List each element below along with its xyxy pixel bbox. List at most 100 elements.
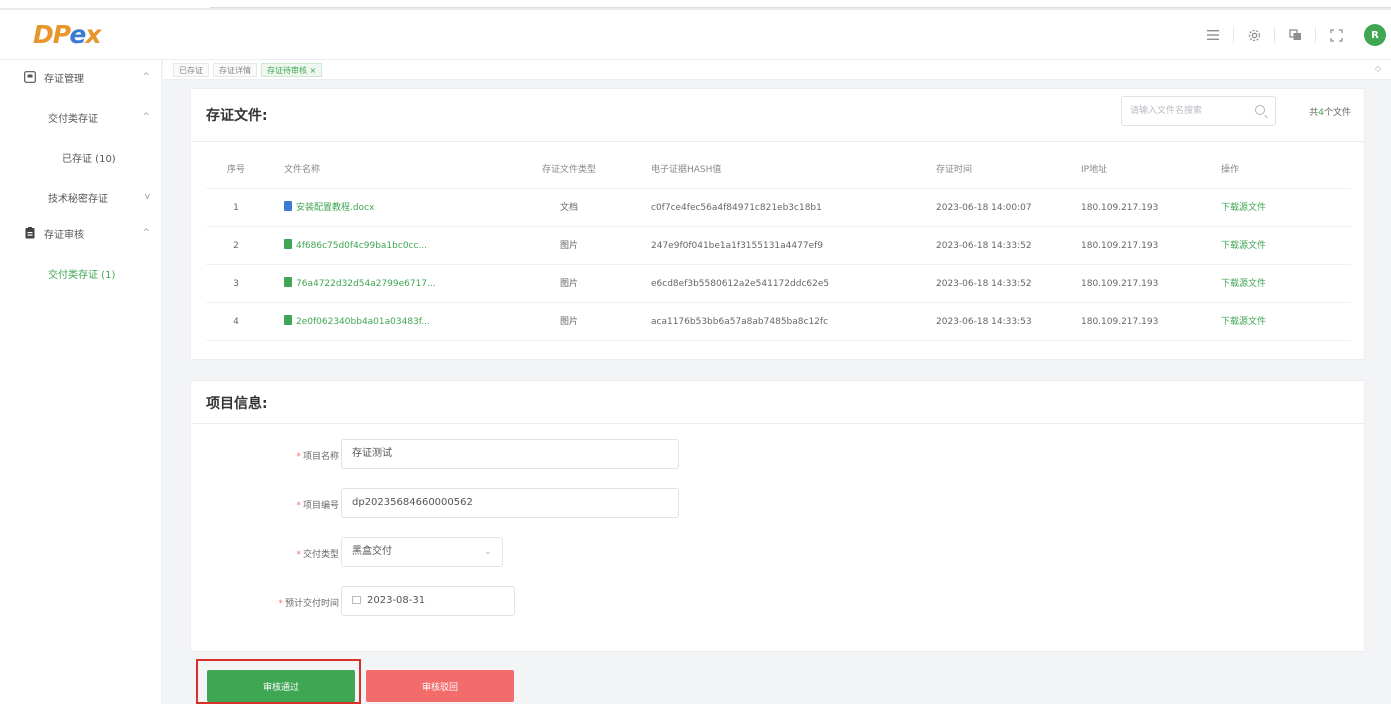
col-hash: 电子证据HASH值 xyxy=(651,165,722,175)
file-hash: aca1176b53bb6a57a8ab7485ba8c12fc xyxy=(651,317,829,327)
download-source-link[interactable]: 下载源文件 xyxy=(1221,227,1321,265)
sidebar-item-label: 交付类存证 (1) xyxy=(48,269,116,281)
file-icon xyxy=(284,239,292,249)
file-icon xyxy=(284,201,292,211)
col-index: 序号 xyxy=(226,165,245,175)
sidebar-item-certificate-management[interactable]: 存证管理 ^ xyxy=(0,64,162,90)
browser-top-strip xyxy=(0,0,1391,10)
delivery-type-label: * 交付类型 xyxy=(296,550,339,560)
fullscreen-icon[interactable] xyxy=(1316,10,1356,60)
file-ip: 180.109.217.193 xyxy=(1081,241,1159,251)
audit-clipboard-icon xyxy=(24,227,36,239)
file-ip: 180.109.217.193 xyxy=(1081,203,1159,213)
row-index: 4 xyxy=(233,317,239,327)
top-strip-line-2 xyxy=(210,7,1391,8)
tag-pending-audit[interactable]: 存证待审核 × xyxy=(261,62,323,77)
user-avatar[interactable]: R xyxy=(1364,24,1386,46)
file-type: 图片 xyxy=(559,317,578,327)
file-ip: 180.109.217.193 xyxy=(1081,317,1159,327)
download-source-link[interactable]: 下载源文件 xyxy=(1221,265,1321,303)
tag-certificate-detail[interactable]: 存证详情 xyxy=(213,62,257,77)
sidebar-item-label: 交付类存证 xyxy=(48,113,98,125)
file-name-link[interactable]: 4f686c75d0f4c99ba1bc0cc... xyxy=(284,227,504,265)
settings-gear-icon[interactable] xyxy=(1234,10,1274,60)
file-search-box[interactable] xyxy=(1121,96,1276,126)
table-row: 1 安装配置教程.docx 文档 c0f7ce4fec56a4f84971c821eb… xyxy=(206,189,1351,227)
file-icon xyxy=(284,277,292,287)
row-index: 2 xyxy=(233,241,239,251)
table-row: 2 4f686c75d0f4c99ba1bc0cc... 图片 247e9f0f041… xyxy=(206,227,1351,265)
reject-button[interactable]: 审核驳回 xyxy=(366,670,514,702)
certificate-files-card: 存证文件: 共4个文件 序号 文件名称 存证文件类型 电子证据HASH值 存证时… xyxy=(190,88,1365,360)
file-type: 图片 xyxy=(559,241,578,251)
menu-list-icon[interactable] xyxy=(1193,10,1233,60)
file-icon xyxy=(284,315,292,325)
delivery-type-value: 黑盒交付 xyxy=(352,546,392,557)
chevron-up-icon: ^ xyxy=(142,72,150,82)
sidebar-item-delivery-certificate[interactable]: 交付类存证 ^ xyxy=(0,104,162,130)
col-time: 存证时间 xyxy=(936,165,973,175)
delivery-date-value: 2023-08-31 xyxy=(367,595,426,606)
project-name-field[interactable]: 存证测试 xyxy=(341,439,679,469)
file-time: 2023-06-18 14:33:53 xyxy=(936,317,1032,327)
file-time: 2023-06-18 14:33:52 xyxy=(936,279,1032,289)
project-code-field[interactable]: dp20235684660000562 xyxy=(341,488,679,518)
delivery-date-label: * 预计交付时间 xyxy=(278,599,339,609)
tags-bar: 已存证 存证详情 存证待审核 × ◇ xyxy=(163,60,1391,80)
download-source-link[interactable]: 下载源文件 xyxy=(1221,303,1321,341)
tags-more-icon[interactable]: ◇ xyxy=(1375,64,1381,73)
file-time: 2023-06-18 14:33:52 xyxy=(936,241,1032,251)
col-ip: IP地址 xyxy=(1081,165,1108,175)
copy-icon[interactable] xyxy=(1275,10,1315,60)
file-count: 共4个文件 xyxy=(1309,108,1351,118)
file-type: 文档 xyxy=(559,203,578,213)
card-divider xyxy=(191,141,1364,142)
sidebar-item-tech-secret-certificate[interactable]: 技术秘密存证 v xyxy=(0,184,162,210)
chevron-up-icon: ^ xyxy=(142,228,150,238)
file-type: 图片 xyxy=(559,279,578,289)
files-table: 序号 文件名称 存证文件类型 电子证据HASH值 存证时间 IP地址 操作 1 安… xyxy=(206,151,1351,341)
chevron-up-icon: ^ xyxy=(142,112,150,122)
table-row: 4 2e0f062340bb4a01a03483f... 图片 aca1176b53b… xyxy=(206,303,1351,341)
header-actions: R xyxy=(1193,10,1391,60)
chevron-down-icon: v xyxy=(144,192,150,202)
tag-certified[interactable]: 已存证 xyxy=(173,62,209,77)
col-action: 操作 xyxy=(1221,165,1240,175)
calendar-icon xyxy=(352,596,361,604)
dpex-logo[interactable]: DPex xyxy=(33,22,102,48)
col-file-type: 存证文件类型 xyxy=(541,165,596,175)
file-hash: 247e9f0f041be1a1f3155131a4477ef9 xyxy=(651,241,824,251)
project-info-card: 项目信息: * 项目名称 存证测试 * 项目编号 dp202356846600005… xyxy=(190,380,1365,652)
col-file-name: 文件名称 xyxy=(284,165,321,175)
delivery-type-select[interactable]: 黑盒交付 ⌄ xyxy=(341,537,503,567)
sidebar-item-certificate-audit[interactable]: 存证审核 ^ xyxy=(0,220,162,246)
search-icon[interactable] xyxy=(1255,105,1265,115)
file-name-link[interactable]: 2e0f062340bb4a01a03483f... xyxy=(284,303,504,341)
top-header: DPex R xyxy=(0,10,1391,60)
file-time: 2023-06-18 14:00:07 xyxy=(936,203,1032,213)
file-name-link[interactable]: 76a4722d32d54a2799e6717... xyxy=(284,265,504,303)
chevron-down-icon: ⌄ xyxy=(483,546,492,557)
project-title: 项目信息: xyxy=(206,396,268,412)
file-hash: e6cd8ef3b5580612a2e541172ddc62e5 xyxy=(651,279,830,289)
certificate-icon xyxy=(24,71,36,83)
files-title: 存证文件: xyxy=(206,108,268,124)
table-row: 3 76a4722d32d54a2799e6717... 图片 e6cd8ef3b55… xyxy=(206,265,1351,303)
sidebar-item-label: 存证审核 xyxy=(44,229,84,241)
table-header: 序号 文件名称 存证文件类型 电子证据HASH值 存证时间 IP地址 操作 xyxy=(206,151,1351,189)
sidebar-item-label: 技术秘密存证 xyxy=(48,193,108,205)
file-hash: c0f7ce4fec56a4f84971c821eb3c18b1 xyxy=(651,203,822,213)
approve-button[interactable]: 审核通过 xyxy=(207,670,355,702)
card-divider xyxy=(191,423,1364,424)
download-source-link[interactable]: 下载源文件 xyxy=(1221,189,1321,227)
sidebar-item-label: 已存证 (10) xyxy=(62,153,116,165)
sidebar-item-certified[interactable]: 已存证 (10) xyxy=(0,144,162,170)
delivery-date-picker[interactable]: 2023-08-31 xyxy=(341,586,515,616)
project-name-label: * 项目名称 xyxy=(296,452,339,462)
row-index: 3 xyxy=(233,279,239,289)
file-name-link[interactable]: 安装配置教程.docx xyxy=(284,189,504,227)
file-search-input[interactable] xyxy=(1130,104,1245,118)
file-ip: 180.109.217.193 xyxy=(1081,279,1159,289)
sidebar-item-delivery-audit[interactable]: 交付类存证 (1) xyxy=(0,260,162,286)
sidebar-item-label: 存证管理 xyxy=(44,73,84,85)
